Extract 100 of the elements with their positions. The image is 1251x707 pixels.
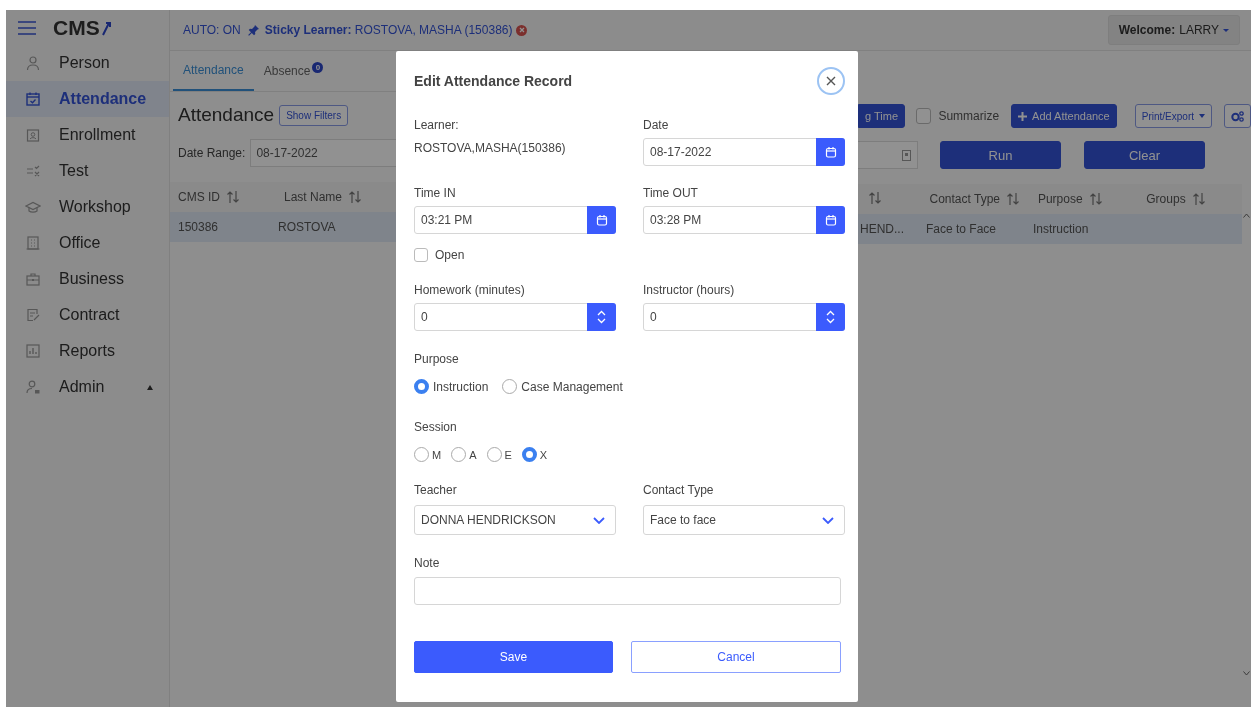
run-button[interactable]: Run [940, 141, 1061, 169]
document-edit-icon [25, 307, 41, 323]
sidebar-item[interactable]: Admin [6, 369, 169, 405]
contact-type-select[interactable]: Face to face [643, 505, 845, 535]
radio-option[interactable]: Instruction [414, 379, 489, 394]
sidebar-item[interactable]: Office [6, 225, 169, 261]
field-label: Time OUT [643, 185, 699, 201]
sidebar-item[interactable]: Reports [6, 333, 169, 369]
column-header[interactable]: Groups [1146, 192, 1242, 206]
sidebar-item[interactable]: Attendance [6, 81, 169, 117]
tab[interactable]: Attendance [173, 51, 254, 91]
scroll-down-icon [1243, 671, 1250, 676]
input-field[interactable]: 03:21 PM [414, 206, 616, 234]
close-button[interactable] [817, 67, 845, 95]
remove-button[interactable] [516, 24, 528, 36]
stepper-icon [826, 310, 835, 324]
sidebar-item[interactable]: Enrollment [6, 117, 169, 153]
menu-icon [18, 20, 36, 35]
calendar-check-icon [25, 91, 41, 107]
input-field[interactable]: 0 [414, 303, 616, 331]
input-field[interactable]: 08-17-2022 [643, 138, 845, 166]
table-row[interactable]: 150386 ROSTOVA [170, 212, 396, 242]
radio-option[interactable]: A [451, 447, 477, 462]
sidebar-item[interactable]: Workshop [6, 189, 169, 225]
learner-name: ROSTOVA,MASHA(150386) [414, 141, 567, 155]
column-header[interactable]: Purpose [1037, 192, 1141, 206]
radio-button[interactable] [414, 379, 429, 394]
settings-icon [1231, 110, 1244, 122]
field-label: Session [414, 419, 458, 435]
brand-logo[interactable]: CMS [53, 15, 111, 40]
note-field[interactable] [414, 577, 841, 605]
calendar-button[interactable] [816, 138, 845, 166]
radio-option[interactable]: M [414, 447, 442, 462]
sidebar-item[interactable]: Business [6, 261, 169, 297]
checkbox[interactable] [916, 108, 932, 124]
print-export-button[interactable]: Print/Export [1134, 104, 1212, 128]
graduation-cap-icon [25, 199, 41, 215]
chevron-down-icon [593, 516, 605, 524]
input-field[interactable]: 0 [643, 303, 845, 331]
scroll-up-icon [1243, 213, 1250, 218]
add-attendance-button[interactable]: Add Attendance [1011, 104, 1117, 128]
cancel-button[interactable]: Cancel [631, 641, 841, 673]
table-cell-text: ROSTOVA [278, 220, 337, 234]
table-cell-text: 150386 [178, 220, 220, 234]
summarize-label: Summarize [938, 109, 1000, 123]
stepper-button[interactable] [587, 303, 616, 331]
radio-option[interactable]: X [521, 447, 548, 462]
sidebar-item[interactable]: Contract [6, 297, 169, 333]
time-button[interactable]: g Time [858, 104, 905, 128]
input-field[interactable]: 03:28 PM [643, 206, 845, 234]
calendar-button[interactable] [816, 206, 845, 234]
dialog-title: Edit Attendance Record [414, 73, 573, 89]
person-icon [25, 55, 41, 71]
radio-option[interactable]: E [486, 447, 512, 462]
field-label: Learner: [414, 117, 460, 133]
teacher-select[interactable]: DONNA HENDRICKSON [414, 505, 616, 535]
checkbox[interactable] [414, 248, 428, 262]
settings-button[interactable] [1224, 104, 1251, 128]
caret-icon [1199, 114, 1205, 118]
sort-icon [1006, 192, 1020, 206]
checklist-icon [25, 163, 41, 179]
date-range-end-field[interactable] [858, 141, 918, 169]
briefcase-icon [25, 271, 41, 287]
id-badge-icon [25, 127, 41, 143]
field-label: Date [643, 117, 670, 133]
field-label: Homework (minutes) [414, 282, 526, 298]
clear-button[interactable]: Clear [1084, 141, 1205, 169]
pin-icon [247, 24, 259, 36]
field-label: Note [414, 555, 441, 571]
sort-icon [1191, 192, 1206, 206]
radio-option[interactable]: Case Management [502, 379, 623, 394]
show-filters-button[interactable]: Show Filters [279, 104, 349, 126]
plus-icon [1018, 111, 1028, 121]
building-icon [25, 235, 41, 251]
calendar-button[interactable] [587, 206, 616, 234]
caret-icon [147, 384, 153, 390]
sort-icon [1088, 192, 1103, 206]
stepper-button[interactable] [816, 303, 845, 331]
save-button[interactable]: Save [414, 641, 613, 673]
table-cell-text: Instruction [1033, 222, 1090, 236]
field-label: Purpose [414, 351, 460, 367]
radio-button[interactable] [521, 447, 537, 462]
open-label: Open [435, 248, 465, 262]
column-header[interactable]: CMS ID [178, 190, 278, 204]
field-label: Teacher [414, 482, 458, 498]
sidebar-item[interactable]: Person [6, 45, 169, 81]
bar-chart-icon [25, 343, 41, 359]
field-label: Contact Type [643, 482, 715, 498]
sticky-learner-text: Sticky Learner: ROSTOVA, MASHA (150386) [264, 23, 513, 37]
sort-icon [868, 190, 882, 205]
column-header[interactable]: Contact Type [929, 192, 1032, 206]
tab[interactable]: Absence 0 [253, 51, 334, 91]
sidebar-item[interactable]: Test [6, 153, 169, 189]
auto-status: AUTO: ON [183, 23, 241, 37]
sort-icon [348, 190, 363, 204]
table-cell-text: HEND... [859, 222, 905, 236]
table-row[interactable]: HEND... Face to Face Instruction [858, 214, 1242, 244]
user-menu-button[interactable]: Welcome: LARRY [1107, 15, 1240, 45]
date-range-field[interactable]: 08-17-2022 [250, 139, 396, 167]
column-header[interactable]: Last Name [284, 190, 394, 204]
